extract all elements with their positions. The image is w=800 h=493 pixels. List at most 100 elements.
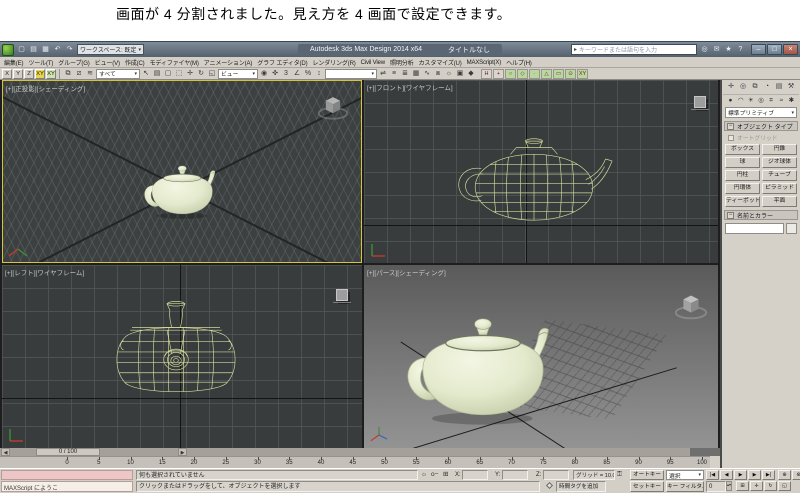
snap-midpoint-icon[interactable]: ∙ [529,69,540,79]
snap-vertex-icon[interactable]: ○ [505,69,516,79]
save-file-icon[interactable]: ▦ [40,44,51,55]
viewport-top-right[interactable]: [+][フロント][ワイヤフレーム] [364,80,718,263]
spinner-snap-icon[interactable]: ↕ [314,69,324,79]
create-tab-icon[interactable]: ✛ [726,82,736,92]
search-input[interactable]: ▸ キーワードまたは語句を入力 [571,44,697,55]
menu-item[interactable]: グループ(G) [58,58,89,67]
helpers-category-icon[interactable]: ⌗ [767,96,776,105]
time-slider-handle[interactable]: 0 / 100 [36,448,100,456]
time-slider-left-arrow[interactable]: ◀ [1,448,10,456]
unlink-selection-icon[interactable]: ⧄ [74,69,84,79]
z-coord-field[interactable] [543,470,569,480]
menu-item[interactable]: ビュー(V) [95,58,120,67]
communication-center-icon[interactable]: ✉ [711,44,722,55]
viewport-top-left[interactable]: [+][正投影][シェーディング] [2,80,362,263]
zoom-extents-all-icon[interactable]: ⊞ [736,481,749,491]
viewcube[interactable] [672,291,710,321]
maxscript-listener-line[interactable]: MAXScript にようこ [1,481,133,492]
menu-item[interactable]: カスタマイズ(U) [419,58,462,67]
play-button[interactable]: ▶ [734,470,747,480]
add-time-tag[interactable]: 時間タグを追加 [556,481,606,492]
viewcube-mini[interactable] [694,96,706,108]
use-pivot-center-icon[interactable]: ◉ [259,69,269,79]
previous-frame-button[interactable]: ◀ [720,470,733,480]
object-type-button[interactable]: ボックス [725,144,760,155]
snap-frozen-icon[interactable]: ⊙ [565,69,576,79]
y-coord-field[interactable] [502,470,528,480]
shapes-category-icon[interactable]: ◠ [736,96,745,105]
teapot-shaded[interactable] [139,159,227,220]
object-type-button[interactable]: ティーポット [725,196,760,207]
modify-tab-icon[interactable]: ◎ [738,82,748,92]
pan-icon[interactable]: ✛ [750,481,763,491]
undo-icon[interactable]: ↶ [52,44,63,55]
object-name-input[interactable] [725,223,784,234]
workspace-selector[interactable]: ワークスペース: 既定 ▾ [77,44,144,55]
select-by-name-icon[interactable]: ▤ [152,69,162,79]
reference-coordinate-dropdown[interactable]: ビュー ▾ [218,69,258,79]
axis-constraint-button[interactable]: Y [13,69,23,79]
ribbon-toggle-icon[interactable]: ▦ [411,69,421,79]
viewport-bottom-left[interactable]: [+][レフト][ワイヤフレーム] [2,265,362,448]
viewport-label[interactable]: [+][正投影][シェーディング] [6,83,85,93]
render-setup-icon[interactable]: ☼ [444,69,454,79]
layer-manager-icon[interactable]: ≣ [400,69,410,79]
track-bar-ruler[interactable]: 0510152025303540455055606570758085909510… [0,456,710,468]
menu-item[interactable]: ツール(T) [28,58,53,67]
viewport-label[interactable]: [+][レフト][ワイヤフレーム] [5,267,84,277]
viewcube[interactable] [315,93,351,121]
primitive-type-dropdown[interactable]: 標準プリミティブ ▾ [725,107,797,118]
isolate-selection-icon[interactable]: ☼ [421,470,427,480]
autogrid-checkbox[interactable]: オートグリッド [728,133,794,142]
xy-plane-button[interactable]: XY [35,69,45,79]
go-to-end-button[interactable]: ▶| [762,470,775,480]
time-slider[interactable]: ◀ 0 / 100 ▶ [0,448,690,456]
display-tab-icon[interactable]: ▤ [774,82,784,92]
cameras-category-icon[interactable]: ◎ [756,96,765,105]
teapot-wireframe-left[interactable] [112,299,240,403]
selection-filter-dropdown[interactable]: すべて ▾ [96,69,140,79]
object-type-button[interactable]: 球 [725,157,760,168]
go-to-start-button[interactable]: |◀ [706,470,719,480]
object-type-button[interactable]: 平面 [762,196,797,207]
zoom-all-icon[interactable]: ⊛ [792,470,800,480]
snap-toggle-icon[interactable]: 3 [281,69,291,79]
redo-icon[interactable]: ↷ [64,44,75,55]
selection-lock-icon[interactable]: o− [431,470,438,480]
snap-xy-icon[interactable]: XY [577,69,588,79]
object-color-swatch[interactable] [786,223,797,234]
time-slider-right-arrow[interactable]: ▶ [178,448,187,456]
teapot-wireframe-front[interactable] [454,138,614,228]
snap-endpoint-icon[interactable]: ◇ [517,69,528,79]
absolute-mode-icon[interactable]: ⊞ [443,470,448,480]
select-and-rotate-icon[interactable]: ↻ [196,69,206,79]
maximize-viewport-icon[interactable]: ◱ [778,481,791,491]
minimize-button[interactable]: – [751,44,766,55]
help-icon[interactable]: ? [735,44,746,55]
utilities-tab-icon[interactable]: ⚒ [786,82,796,92]
curve-editor-icon[interactable]: ∿ [422,69,432,79]
snap-edge-icon[interactable]: △ [541,69,552,79]
current-frame-field[interactable]: 0 [706,481,726,492]
axis-constraint-button[interactable]: Z [24,69,34,79]
snap-pivot-icon[interactable]: + [493,69,504,79]
schematic-view-icon[interactable]: ⧈ [433,69,443,79]
motion-tab-icon[interactable]: ◔ [762,82,772,92]
viewport-label[interactable]: [+][パース][シェーディング] [367,267,446,277]
systems-category-icon[interactable]: ✱ [787,96,796,105]
teapot-shaded[interactable] [397,305,572,427]
orbit-icon[interactable]: ↻ [764,481,777,491]
object-type-rollout[interactable]: − オブジェクト タイプ [724,121,798,131]
new-scene-icon[interactable]: ▢ [16,44,27,55]
frame-spinner[interactable]: ▴▾ [726,481,732,491]
select-and-scale-icon[interactable]: ◱ [207,69,217,79]
search-icon[interactable]: ◎ [699,44,710,55]
name-color-rollout[interactable]: − 名前とカラー [724,210,798,220]
select-and-manipulate-icon[interactable]: ✜ [270,69,280,79]
window-crossing-icon[interactable]: ⬚ [174,69,184,79]
select-and-link-icon[interactable]: ⧉ [63,69,73,79]
menu-item[interactable]: レンダリング(R) [312,58,355,67]
menu-item[interactable]: Civil View [361,59,385,66]
maxscript-mini-listener[interactable] [1,470,133,480]
selection-set-dropdown[interactable]: 選択 ▾ [666,470,704,480]
